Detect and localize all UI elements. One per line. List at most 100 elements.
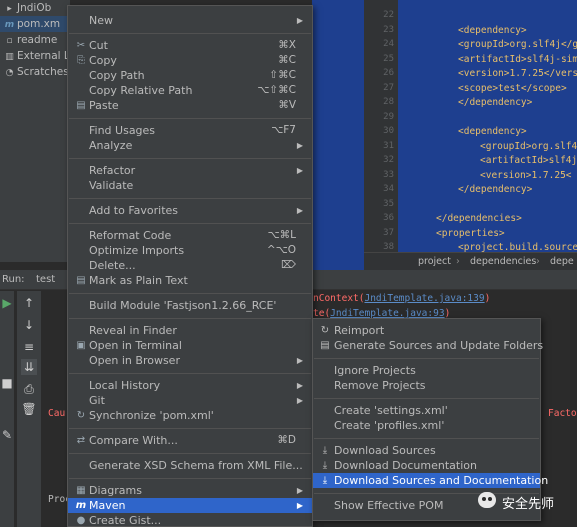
menu-item-analyze[interactable]: Analyze ▶ bbox=[68, 138, 312, 153]
menu-shortcut: ⌦ bbox=[281, 259, 296, 271]
breadcrumb-item[interactable]: project bbox=[418, 256, 451, 267]
submenu-item-label: Show Effective POM bbox=[334, 499, 444, 512]
compare-icon: ⇄ bbox=[76, 435, 86, 446]
console-text: Cau bbox=[48, 408, 65, 419]
run-tab[interactable]: test bbox=[36, 274, 55, 285]
menu-item-label: Reveal in Finder bbox=[89, 324, 177, 337]
menu-item-delete[interactable]: Delete... ⌦ bbox=[68, 258, 312, 273]
soft-wrap-icon[interactable]: ≡ bbox=[21, 339, 37, 355]
tree-item-readme[interactable]: ▫ readme bbox=[0, 32, 70, 48]
menu-separator bbox=[314, 398, 539, 399]
menu-item-refactor[interactable]: Refactor ▶ bbox=[68, 163, 312, 178]
line-number: 25 bbox=[383, 54, 394, 64]
menu-item-paste[interactable]: ▤ Paste ⌘V bbox=[68, 98, 312, 113]
submenu-arrow-icon: ▶ bbox=[296, 166, 303, 175]
menu-item-local-history[interactable]: Local History ▶ bbox=[68, 378, 312, 393]
print-icon[interactable]: ⎙ bbox=[21, 381, 37, 397]
trace-link[interactable]: JndiTemplate.java:139 bbox=[364, 293, 484, 304]
menu-item-label: Build Module 'Fastjson1.2.66_RCE' bbox=[89, 299, 277, 312]
menu-shortcut: ^⌥O bbox=[266, 244, 296, 256]
submenu-item-remove-projects[interactable]: Remove Projects bbox=[313, 378, 540, 393]
menu-item-optimize-imports[interactable]: Optimize Imports ^⌥O bbox=[68, 243, 312, 258]
submenu-item-create-settings[interactable]: Create 'settings.xml' bbox=[313, 403, 540, 418]
trash-icon[interactable]: 🗑 bbox=[21, 401, 37, 417]
menu-item-build-module[interactable]: Build Module 'Fastjson1.2.66_RCE' bbox=[68, 298, 312, 313]
download-icon: ⤓ bbox=[322, 445, 328, 456]
menu-shortcut: ⇧⌘C bbox=[269, 69, 296, 81]
tree-item-label: readme bbox=[17, 34, 58, 46]
menu-item-add-to-favorites[interactable]: Add to Favorites ▶ bbox=[68, 203, 312, 218]
menu-item-diagrams[interactable]: ▦ Diagrams ▶ bbox=[68, 483, 312, 498]
submenu-arrow-icon: ▶ bbox=[296, 356, 303, 365]
code-line: <version>1.7.25< bbox=[480, 170, 572, 181]
diagram-icon: ▦ bbox=[76, 485, 86, 496]
line-number: 38 bbox=[383, 242, 394, 252]
scroll-to-end-icon[interactable]: ⇊ bbox=[21, 359, 37, 375]
submenu-item-label: Download Sources and Documentation bbox=[334, 474, 549, 487]
stack-trace-line: nContext(JndiTemplate.java:139) bbox=[313, 293, 490, 304]
menu-item-open-in-terminal[interactable]: ▣ Open in Terminal bbox=[68, 338, 312, 353]
folder-icon: ▸ bbox=[7, 4, 12, 14]
tree-item-pom[interactable]: m pom.xm bbox=[0, 16, 70, 32]
menu-item-copy[interactable]: ⎘ Copy ⌘C bbox=[68, 53, 312, 68]
breadcrumb-separator-icon: › bbox=[456, 256, 460, 267]
submenu-item-reimport[interactable]: ↻ Reimport bbox=[313, 323, 540, 338]
run-label: Run: bbox=[2, 274, 25, 285]
down-arrow-icon[interactable]: ↓ bbox=[21, 317, 37, 333]
menu-item-compare-with[interactable]: ⇄ Compare With... ⌘D bbox=[68, 433, 312, 448]
line-number: 26 bbox=[383, 68, 394, 78]
menu-item-label: Copy Path bbox=[89, 69, 145, 82]
submenu-arrow-icon: ▶ bbox=[296, 396, 303, 405]
menu-separator bbox=[69, 293, 311, 294]
menu-separator bbox=[69, 33, 311, 34]
menu-shortcut: ⌘C bbox=[278, 54, 296, 66]
menu-item-create-gist[interactable]: ● Create Gist... bbox=[68, 513, 312, 527]
paste-icon: ▤ bbox=[76, 100, 86, 111]
menu-item-mark-as-plain-text[interactable]: ▤ Mark as Plain Text bbox=[68, 273, 312, 288]
menu-item-validate[interactable]: Validate bbox=[68, 178, 312, 193]
submenu-item-download-documentation[interactable]: ⤓ Download Documentation bbox=[313, 458, 540, 473]
line-number: 33 bbox=[383, 170, 394, 180]
menu-item-cut[interactable]: ✂ Cut ⌘X bbox=[68, 38, 312, 53]
menu-item-synchronize[interactable]: ↻ Synchronize 'pom.xml' bbox=[68, 408, 312, 423]
submenu-item-generate-sources[interactable]: ▤ Generate Sources and Update Folders bbox=[313, 338, 543, 353]
up-arrow-icon[interactable]: ↑ bbox=[21, 295, 37, 311]
submenu-item-download-sources-and-documentation[interactable]: ⤓ Download Sources and Documentation bbox=[313, 473, 548, 488]
breadcrumb-item[interactable]: dependencies bbox=[470, 256, 536, 267]
line-number: 31 bbox=[383, 141, 394, 151]
submenu-item-create-profiles[interactable]: Create 'profiles.xml' bbox=[313, 418, 540, 433]
menu-item-label: Maven bbox=[89, 499, 126, 512]
menu-item-git[interactable]: Git ▶ bbox=[68, 393, 312, 408]
project-tree: ▸ JndiOb m pom.xm ▫ readme ▥ External L ◔ Scr… bbox=[0, 0, 70, 262]
library-icon: ▥ bbox=[5, 52, 14, 62]
menu-item-label: Open in Terminal bbox=[89, 339, 182, 352]
menu-item-find-usages[interactable]: Find Usages ⌥F7 bbox=[68, 123, 312, 138]
menu-separator bbox=[69, 118, 311, 119]
stop-icon[interactable]: ■ bbox=[0, 375, 15, 391]
watermark-text: 安全先师 bbox=[502, 497, 555, 512]
menu-item-new[interactable]: New ▶ bbox=[68, 13, 312, 28]
menu-item-copy-path[interactable]: Copy Path ⇧⌘C bbox=[68, 68, 312, 83]
sync-icon: ↻ bbox=[76, 410, 86, 421]
line-gutter: 22 23 24 25 26 27 28 29 30 31 32 33 34 3… bbox=[364, 0, 398, 252]
breadcrumb-item[interactable]: depe bbox=[550, 256, 574, 267]
menu-item-open-in-browser[interactable]: Open in Browser ▶ bbox=[68, 353, 312, 368]
pin-icon[interactable]: ✎ bbox=[0, 427, 15, 443]
menu-item-copy-relative-path[interactable]: Copy Relative Path ⌥⇧⌘C bbox=[68, 83, 312, 98]
editor-pane[interactable]: 22 23 24 25 26 27 28 29 30 31 32 33 34 3… bbox=[312, 0, 577, 270]
menu-item-reveal-in-finder[interactable]: Reveal in Finder bbox=[68, 323, 312, 338]
reimport-icon: ↻ bbox=[320, 325, 330, 336]
tree-item-external-libraries[interactable]: ▥ External L bbox=[0, 48, 70, 64]
run-icon[interactable]: ▶ bbox=[0, 295, 15, 311]
menu-item-maven[interactable]: m Maven ▶ bbox=[68, 498, 312, 513]
tree-item-scratches[interactable]: ◔ Scratches bbox=[0, 64, 70, 80]
copy-icon: ⎘ bbox=[77, 55, 85, 66]
tree-item-jndiob[interactable]: ▸ JndiOb bbox=[0, 0, 70, 16]
menu-item-generate-xsd[interactable]: Generate XSD Schema from XML File... bbox=[68, 458, 312, 473]
submenu-item-ignore-projects[interactable]: Ignore Projects bbox=[313, 363, 540, 378]
download-icon: ⤓ bbox=[322, 475, 328, 486]
run-toolbar: ↑ ↓ ≡ ⇊ ⎙ 🗑 bbox=[17, 291, 41, 527]
submenu-item-download-sources[interactable]: ⤓ Download Sources bbox=[313, 443, 540, 458]
scratch-icon: ◔ bbox=[5, 68, 14, 78]
menu-item-reformat-code[interactable]: Reformat Code ⌥⌘L bbox=[68, 228, 312, 243]
